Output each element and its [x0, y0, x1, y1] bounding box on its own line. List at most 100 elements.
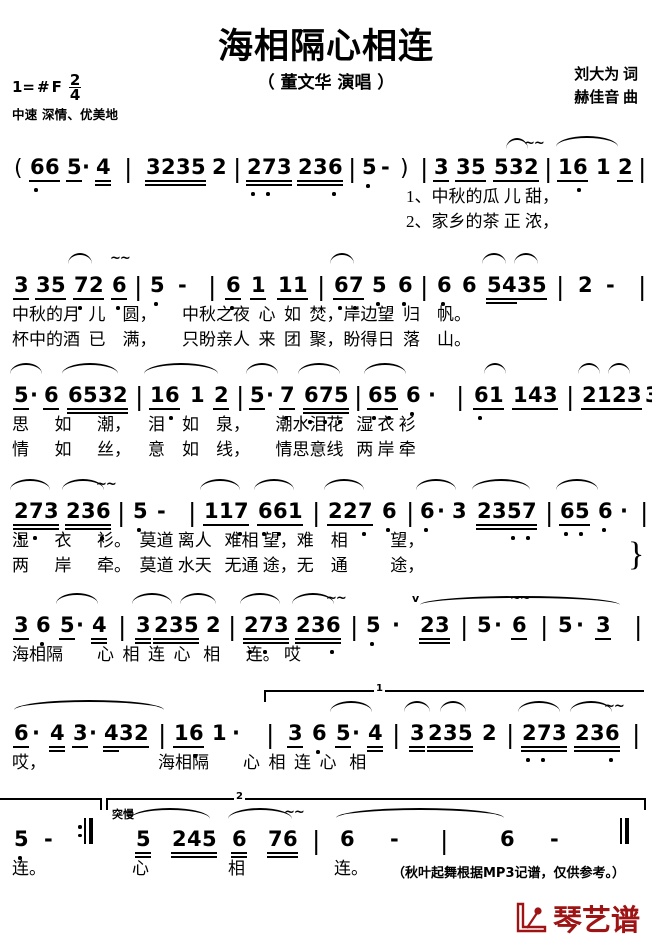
sustain-dash: -: [178, 273, 187, 297]
mordent-mark: ~~: [510, 591, 531, 606]
breath-mark: v: [412, 592, 420, 605]
sustain-dash: -: [606, 273, 615, 297]
beam-line: [333, 297, 349, 300]
lyric-row: 湿 衣 衫。 莫道 离人 难相 望，难 相 望， 两 岸 牵。 莫道 水天 无通 …: [0, 530, 652, 580]
beam-line: [327, 523, 343, 526]
note-5: 5: [458, 721, 473, 745]
beam-line: [133, 745, 149, 748]
note-3: 3: [14, 273, 29, 297]
note-3: 3: [435, 613, 450, 637]
note-3: 3: [509, 155, 524, 179]
note-6: 6: [45, 155, 60, 179]
lyric-line-verse-2: 2、家乡的茶 正 浓，: [406, 212, 559, 231]
beam-line: [13, 297, 29, 300]
barline: |: [544, 154, 553, 183]
note-6: 6: [226, 273, 241, 297]
note-3: 3: [456, 155, 471, 179]
augmentation-dot: ·: [76, 613, 84, 637]
beam-line: [419, 637, 435, 640]
barline: |: [460, 612, 469, 641]
lyric-line-verse-1: 连。: [12, 859, 46, 878]
beam-line: [233, 523, 249, 526]
beam-line: [91, 637, 107, 640]
beam-line: [508, 179, 524, 182]
note-5: 5: [494, 155, 509, 179]
music-note-logo-icon: [516, 902, 547, 933]
note-4: 4: [104, 721, 119, 745]
beam-line: [506, 523, 522, 526]
note-3: 3: [443, 721, 458, 745]
note-6: 6: [340, 827, 355, 851]
beam-line: [43, 407, 59, 410]
beam-line: [493, 179, 509, 182]
beam-line: [261, 179, 277, 182]
slur-arc: [10, 363, 42, 374]
slur-arc: [330, 701, 372, 712]
beam-line: [175, 179, 191, 182]
note-1: 1: [597, 383, 612, 407]
beam-line: [572, 179, 588, 182]
note-3: 3: [434, 155, 449, 179]
note-1: 1: [150, 383, 165, 407]
barline: |: [640, 498, 649, 527]
note-2: 2: [247, 155, 262, 179]
note-5: 5: [133, 499, 148, 523]
beam-line: [581, 407, 597, 410]
note-2: 2: [522, 721, 537, 745]
sharp-icon: #: [37, 77, 50, 96]
lyric-line-verse-1: 1、中秋的瓜 儿 甜，: [406, 187, 559, 206]
barline: |: [632, 720, 641, 749]
lyric-line-verse-2: 情 如 丝， 意 如 线， 情思意线 两 岸 牵: [12, 440, 416, 459]
note-6: 6: [312, 721, 327, 745]
barline: |: [638, 272, 647, 301]
repeat-thick-line: [88, 818, 93, 844]
note-3: 3: [136, 613, 151, 637]
augmentation-dot: ·: [89, 721, 97, 745]
augmentation-dot: ·: [620, 499, 628, 523]
barline: |: [124, 154, 133, 183]
note-1: 1: [190, 383, 205, 407]
barline: |: [228, 612, 237, 641]
beam-line: [574, 745, 590, 748]
beam-line: [335, 745, 351, 748]
beam-line: [542, 407, 558, 410]
key-note: F: [51, 77, 62, 96]
note-2: 2: [420, 613, 435, 637]
barline: |: [556, 272, 565, 301]
beam-line: [35, 297, 51, 300]
note-row: 6 · 4 3 · 4 3 2 | 1 6 1 · | 3 6 5 · 4 | 3 2 3 5 2 | 2 7 3 2 3 6 |: [0, 706, 652, 762]
augmentation-dot: ·: [32, 721, 40, 745]
beam-line: [595, 637, 611, 640]
note-2: 2: [296, 613, 311, 637]
note-6: 6: [560, 499, 575, 523]
repeat-thin-line: [84, 818, 87, 844]
beam-line: [434, 637, 450, 640]
augmentation-dot: ·: [428, 383, 436, 407]
note-2: 2: [14, 499, 29, 523]
lyric-line-verse-2: 两 岸 牵。 莫道 水天 无通 途，无 通 途，: [12, 556, 425, 575]
note-row: 3 3 5 7 2 6 | 5- | 6 1 1 1 | 6 7 5 6 | 6 6 5 4 3 5 | 2- |: [0, 258, 652, 310]
sudden-slow-marking: 突慢: [112, 808, 134, 821]
barline: |: [312, 826, 321, 855]
beam-line: [470, 179, 486, 182]
slur-arc: [484, 363, 506, 374]
note-5: 5: [250, 383, 265, 407]
barline: |: [540, 612, 549, 641]
beam-line: [521, 523, 537, 526]
lyric-row: 海相隔 心 相 连 心 相 连。 哎: [0, 644, 652, 670]
barline: |: [208, 272, 217, 301]
beam-line: [73, 297, 89, 300]
note-6: 6: [112, 273, 127, 297]
note-5: 5: [51, 273, 66, 297]
site-logo: 琴艺谱: [515, 897, 640, 939]
barline: |: [118, 612, 127, 641]
repeat-end-sign: [78, 818, 93, 844]
beam-line: [295, 637, 311, 640]
beam-line: [149, 407, 165, 410]
lyric-row: 1、中秋的瓜 儿 甜， 2、家乡的茶 正 浓，: [0, 186, 652, 236]
note-5: 5: [67, 155, 82, 179]
beam-line: [246, 179, 262, 182]
lyric-row: 哎， 海相隔 心 相 连 心 相: [0, 752, 652, 778]
slur-arc: [14, 700, 164, 710]
note-2: 2: [524, 155, 539, 179]
